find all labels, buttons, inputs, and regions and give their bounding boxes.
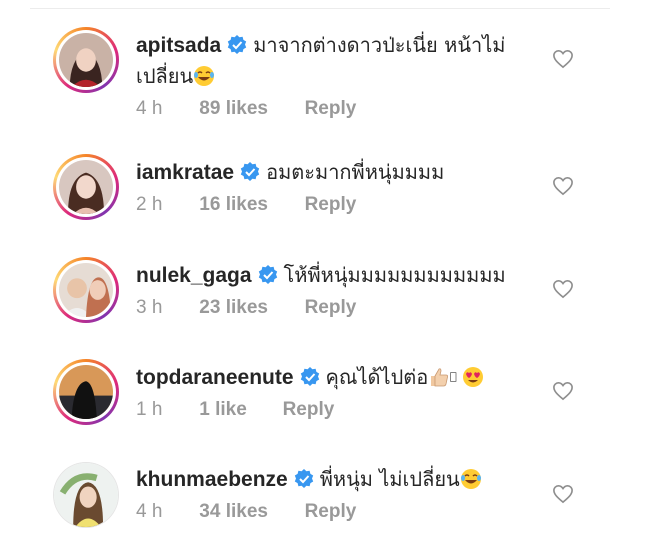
- avatar[interactable]: [53, 462, 119, 528]
- comment-likes[interactable]: 34 likes: [199, 501, 299, 523]
- thumbs-up-emoji-icon: [431, 368, 449, 387]
- like-heart-icon[interactable]: [552, 176, 574, 196]
- comment-text: อมตะมากพี่หนุ่มมมม: [266, 160, 445, 184]
- like-heart-icon[interactable]: [552, 279, 574, 299]
- comment-likes[interactable]: 16 likes: [199, 194, 299, 216]
- verified-badge-icon: [300, 367, 319, 386]
- reply-button[interactable]: Reply: [305, 98, 357, 120]
- comment-time: 2 h: [136, 194, 163, 215]
- joy-emoji-icon: [460, 469, 481, 489]
- reply-button[interactable]: Reply: [305, 194, 357, 216]
- verified-badge-icon: [294, 469, 313, 488]
- like-heart-icon[interactable]: [552, 484, 574, 504]
- comment-username[interactable]: khunmaebenze: [136, 468, 288, 491]
- comment-time: 4 h: [136, 501, 163, 522]
- comment-username[interactable]: nulek_gaga: [136, 264, 252, 287]
- comment-likes[interactable]: 1 like: [199, 399, 277, 421]
- comment-time: 3 h: [136, 297, 163, 318]
- avatar[interactable]: [53, 154, 119, 220]
- comment-time: 1 h: [136, 399, 163, 420]
- reply-button[interactable]: Reply: [305, 297, 357, 319]
- comment-time: 4 h: [136, 98, 163, 119]
- reply-button[interactable]: Reply: [305, 501, 357, 523]
- like-heart-icon[interactable]: [552, 381, 574, 401]
- verified-badge-icon: [258, 265, 277, 284]
- comment-likes[interactable]: 23 likes: [199, 297, 299, 319]
- reply-button[interactable]: Reply: [283, 399, 335, 421]
- avatar[interactable]: [53, 359, 119, 425]
- missing-glyph-icon: [450, 372, 457, 382]
- comment-item: khunmaebenze พี่หนุ่ม ไม่เปลี่ยน 4 h 34 l…: [0, 0, 656, 528]
- avatar[interactable]: [53, 257, 119, 323]
- comment-text: คุณได้ไปต่อ: [325, 365, 429, 389]
- comment-username[interactable]: topdaraneenute: [136, 366, 294, 389]
- comment-likes[interactable]: 89 likes: [199, 98, 299, 120]
- comment-text: โห้พี่หนุ่มมมมมมมมมมมม: [283, 263, 506, 287]
- comment-text: พี่หนุ่ม ไม่เปลี่ยน: [319, 467, 460, 491]
- heart-eyes-emoji-icon: [463, 367, 484, 387]
- comment-username[interactable]: iamkratae: [136, 161, 234, 184]
- verified-badge-icon: [240, 162, 260, 181]
